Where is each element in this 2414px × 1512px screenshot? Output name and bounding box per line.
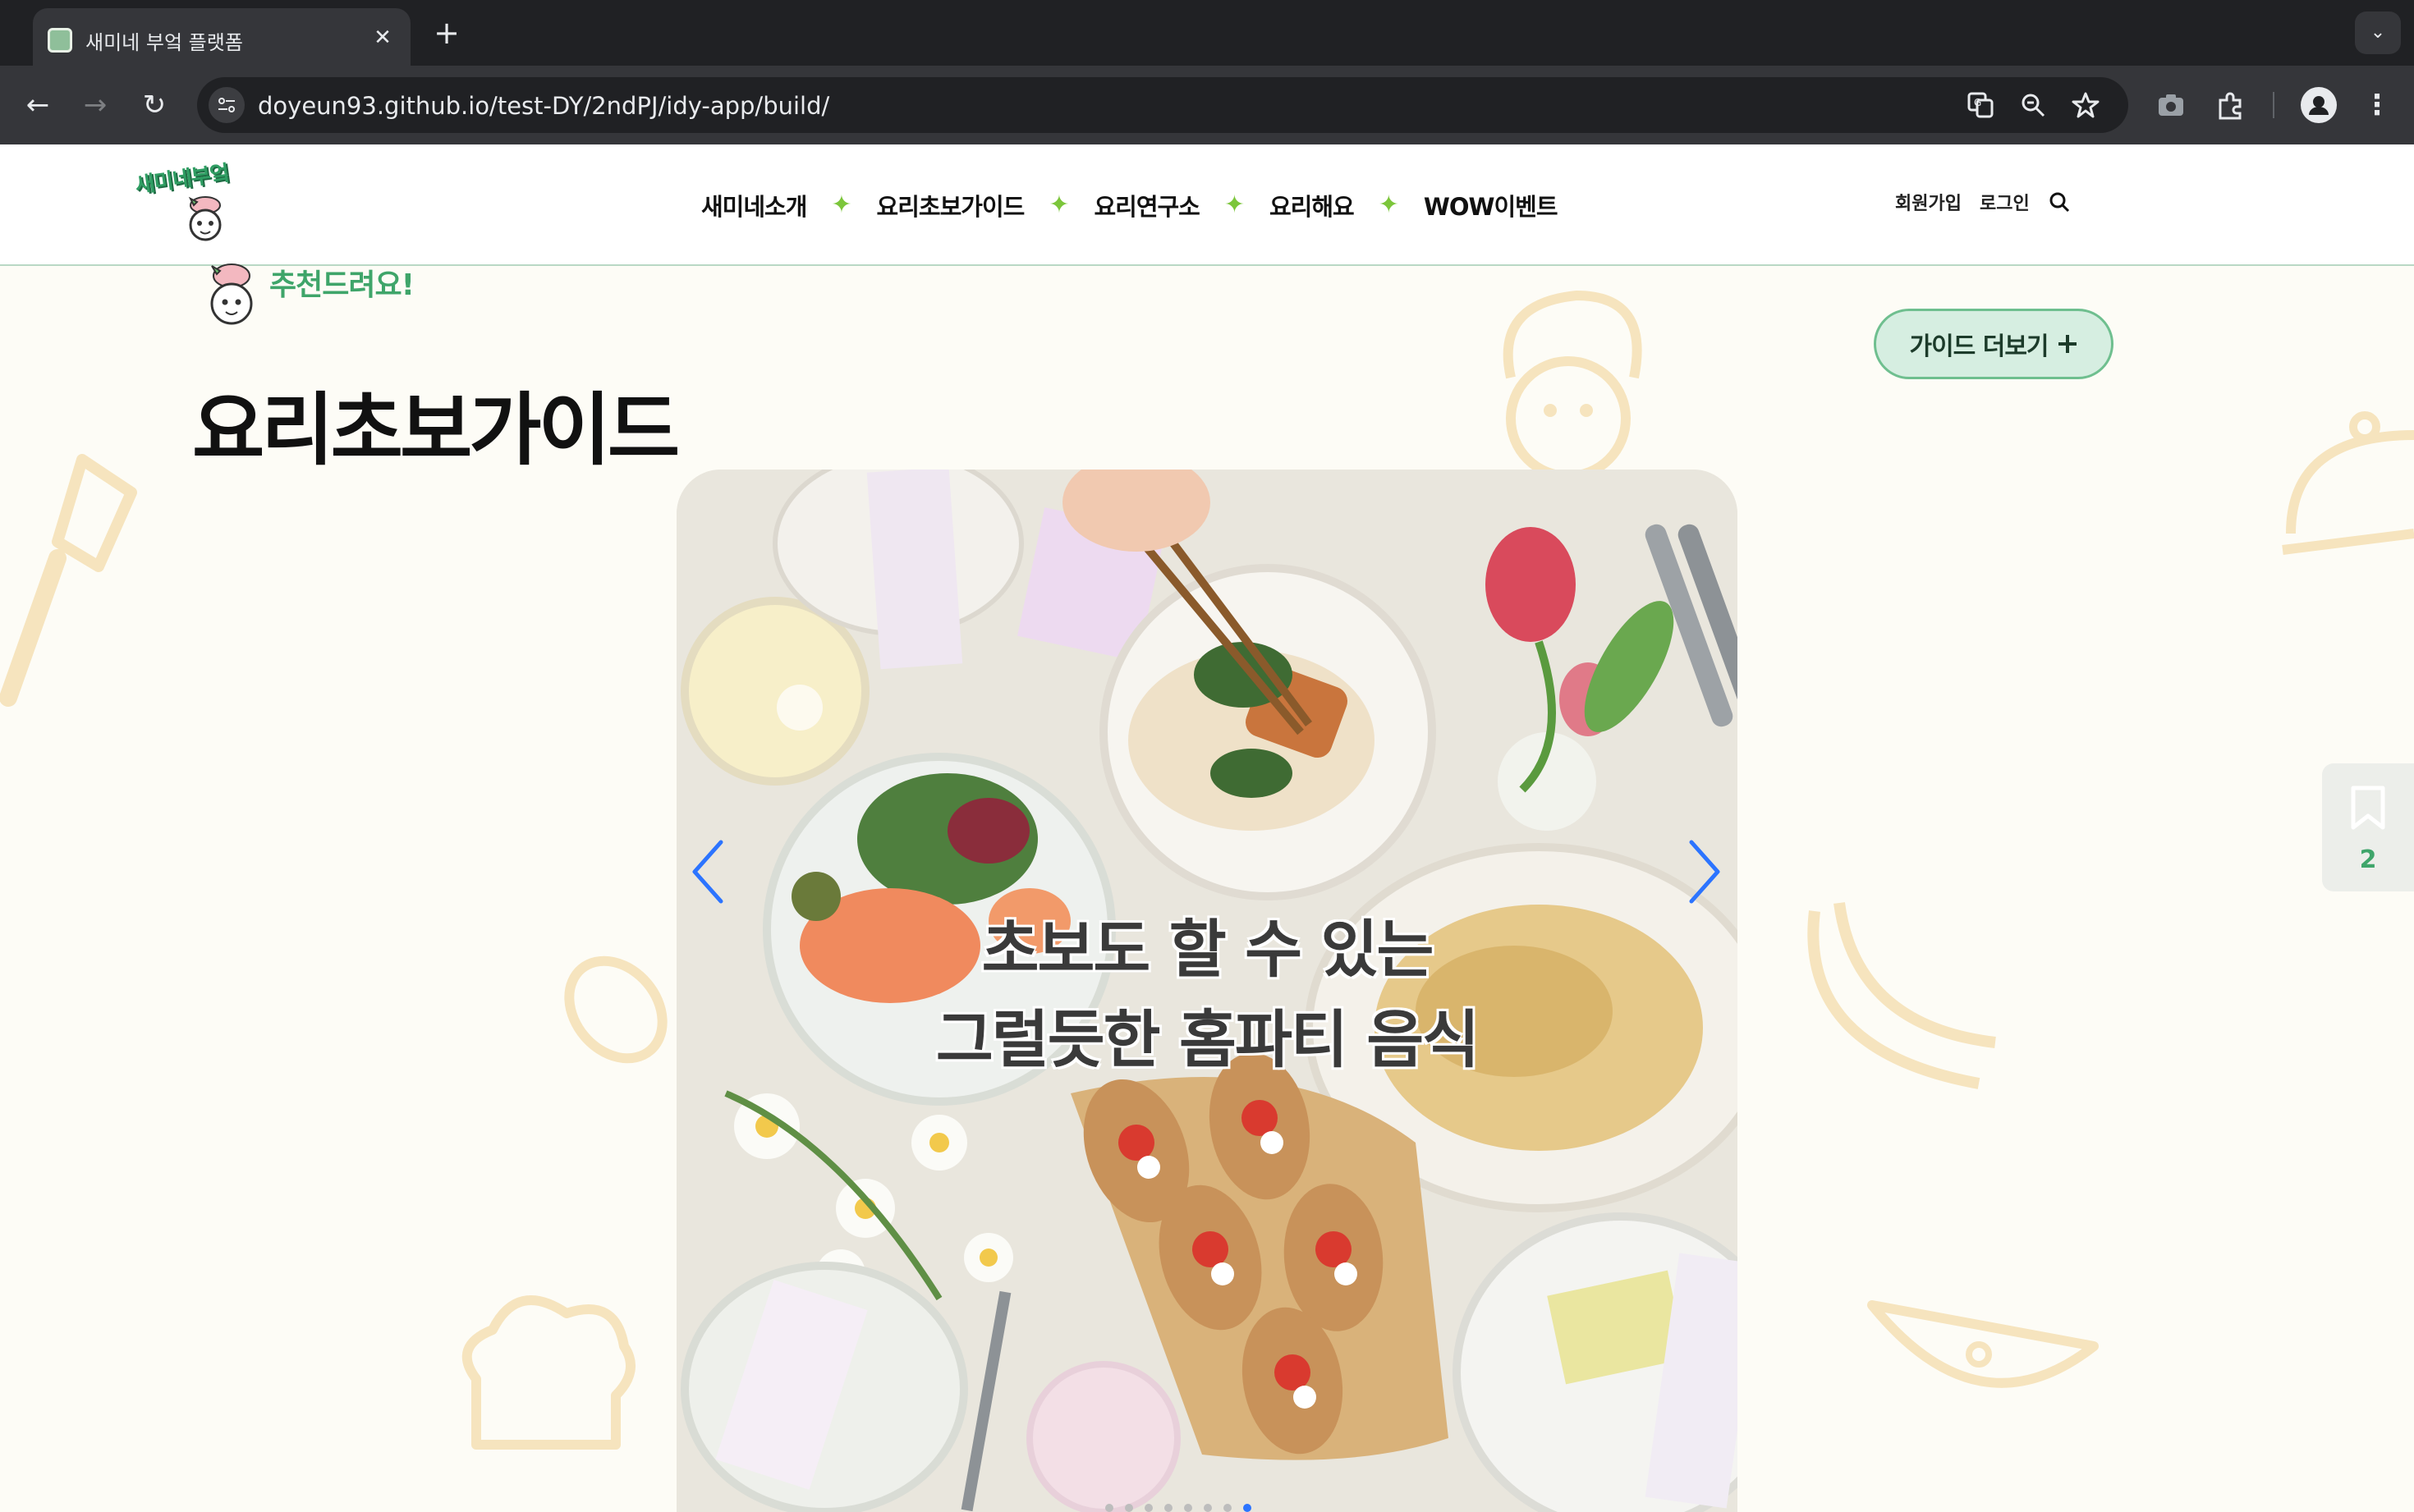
svg-text:G: G	[1974, 97, 1981, 108]
nav-item-about[interactable]: 새미네소개	[701, 188, 807, 222]
close-tab-icon[interactable]: ✕	[369, 25, 396, 51]
slider-dot[interactable]	[1243, 1504, 1251, 1512]
main-navigation: 새미네소개 ✦ 요리초보가이드 ✦ 요리연구소 ✦ 요리해요 ✦ WOW이벤트	[701, 187, 1558, 223]
slider-dot[interactable]	[1164, 1504, 1173, 1512]
browser-tab[interactable]: 새미네 부엌 플랫폼 ✕	[33, 8, 411, 67]
zoom-icon[interactable]	[2018, 90, 2048, 120]
chef-doodle-icon	[1503, 290, 1642, 481]
slide-caption-line1: 초보도 할 수 있는	[981, 913, 1434, 986]
new-tab-icon[interactable]: +	[430, 16, 463, 49]
login-link[interactable]: 로그인	[1980, 189, 2030, 215]
tab-title: 새미네 부엌 플랫폼	[85, 31, 243, 54]
whisk-doodle-icon	[564, 955, 668, 1064]
address-bar[interactable]: doyeun93.github.io/test-DY/2ndPJ/idy-app…	[197, 77, 2128, 133]
chef-character-icon	[210, 263, 253, 325]
nav-item-lets-cook[interactable]: 요리해요	[1269, 188, 1355, 222]
nav-item-wow-event[interactable]: WOW이벤트	[1424, 188, 1558, 222]
url-text: doyeun93.github.io/test-DY/2ndPJ/idy-app…	[258, 92, 830, 120]
slider-dot[interactable]	[1204, 1504, 1212, 1512]
slider-dot[interactable]	[1105, 1504, 1113, 1512]
section-title: 요리초보가이드	[192, 384, 680, 476]
recommend-badge: 추천드려요!	[204, 261, 434, 343]
toolbar-divider	[2273, 92, 2274, 118]
logo-text: 새미네부엌	[133, 161, 231, 199]
more-guides-label: 가이드 더보기	[1909, 332, 2049, 361]
slider-next-arrow-icon[interactable]	[1687, 837, 1723, 906]
slider-dot[interactable]	[1184, 1504, 1192, 1512]
back-arrow-icon[interactable]: ←	[20, 87, 56, 123]
more-guides-button[interactable]: 가이드 더보기	[1874, 309, 2113, 379]
recommend-label: 추천드려요!	[269, 268, 415, 302]
sparkle-icon: ✦	[1223, 190, 1245, 219]
slider-prev-arrow-icon[interactable]	[690, 837, 726, 906]
favicon-icon	[48, 28, 72, 53]
sparkle-icon: ✦	[831, 190, 852, 219]
chef-hat-doodle-icon	[461, 1295, 636, 1450]
slide-caption-line2: 그럴듯한 홈파티 음식	[935, 1003, 1480, 1076]
bookmark-icon	[2351, 786, 2385, 830]
banana-doodle-icon	[1807, 902, 1996, 1089]
screenshot-camera-icon[interactable]	[2155, 89, 2187, 121]
search-icon[interactable]	[2048, 190, 2071, 213]
browser-toolbar: ← → ↻ doyeun93.github.io/test-DY/2ndPJ/i…	[0, 66, 2414, 144]
profile-avatar-icon[interactable]	[2301, 87, 2337, 123]
nav-item-beginner-guide[interactable]: 요리초보가이드	[877, 188, 1026, 222]
slider-dot[interactable]	[1223, 1504, 1232, 1512]
sparkle-icon: ✦	[1378, 190, 1399, 219]
slider-pagination	[1105, 1504, 1251, 1512]
site-logo[interactable]: 새미네부엌	[131, 154, 246, 256]
site-info-icon[interactable]	[209, 87, 245, 123]
slide-caption: 초보도 할 수 있는 그럴듯한 홈파티 음식	[677, 905, 1737, 1085]
bookmark-star-icon[interactable]	[2071, 90, 2100, 120]
site-header: 새미네부엌 새미네소개 ✦ 요리초보가이드 ✦ 요리연구소 ✦ 요리해요 ✦ W…	[0, 144, 2414, 266]
signup-link[interactable]: 회원가입	[1895, 189, 1962, 215]
cloche-doodle-icon	[2282, 411, 2414, 555]
reload-icon[interactable]: ↻	[136, 87, 172, 123]
guide-slider[interactable]: 초보도 할 수 있는 그럴듯한 홈파티 음식	[677, 470, 1737, 1512]
bookmark-count: 2	[2359, 845, 2377, 874]
slider-dot[interactable]	[1125, 1504, 1133, 1512]
cheese-doodle-icon	[1867, 1300, 2099, 1388]
browser-menu-icon[interactable]: ⋮	[2363, 85, 2391, 125]
translate-icon[interactable]: G	[1966, 90, 1995, 120]
quick-bookmark-widget[interactable]: 2	[2322, 763, 2414, 891]
sparkle-icon: ✦	[1049, 190, 1070, 219]
spatula-doodle-icon	[0, 454, 137, 707]
slider-dot[interactable]	[1145, 1504, 1153, 1512]
header-utility-links: 회원가입 로그인	[1895, 189, 2071, 215]
plus-icon	[2058, 335, 2077, 353]
forward-arrow-icon[interactable]: →	[77, 87, 113, 123]
extensions-puzzle-icon[interactable]	[2214, 89, 2246, 121]
browser-tab-strip: 새미네 부엌 플랫폼 ✕ + ⌄	[0, 0, 2414, 67]
chef-character-icon	[188, 196, 222, 241]
tab-search-chevron-icon[interactable]: ⌄	[2355, 11, 2401, 54]
nav-item-cooking-lab[interactable]: 요리연구소	[1094, 188, 1200, 222]
